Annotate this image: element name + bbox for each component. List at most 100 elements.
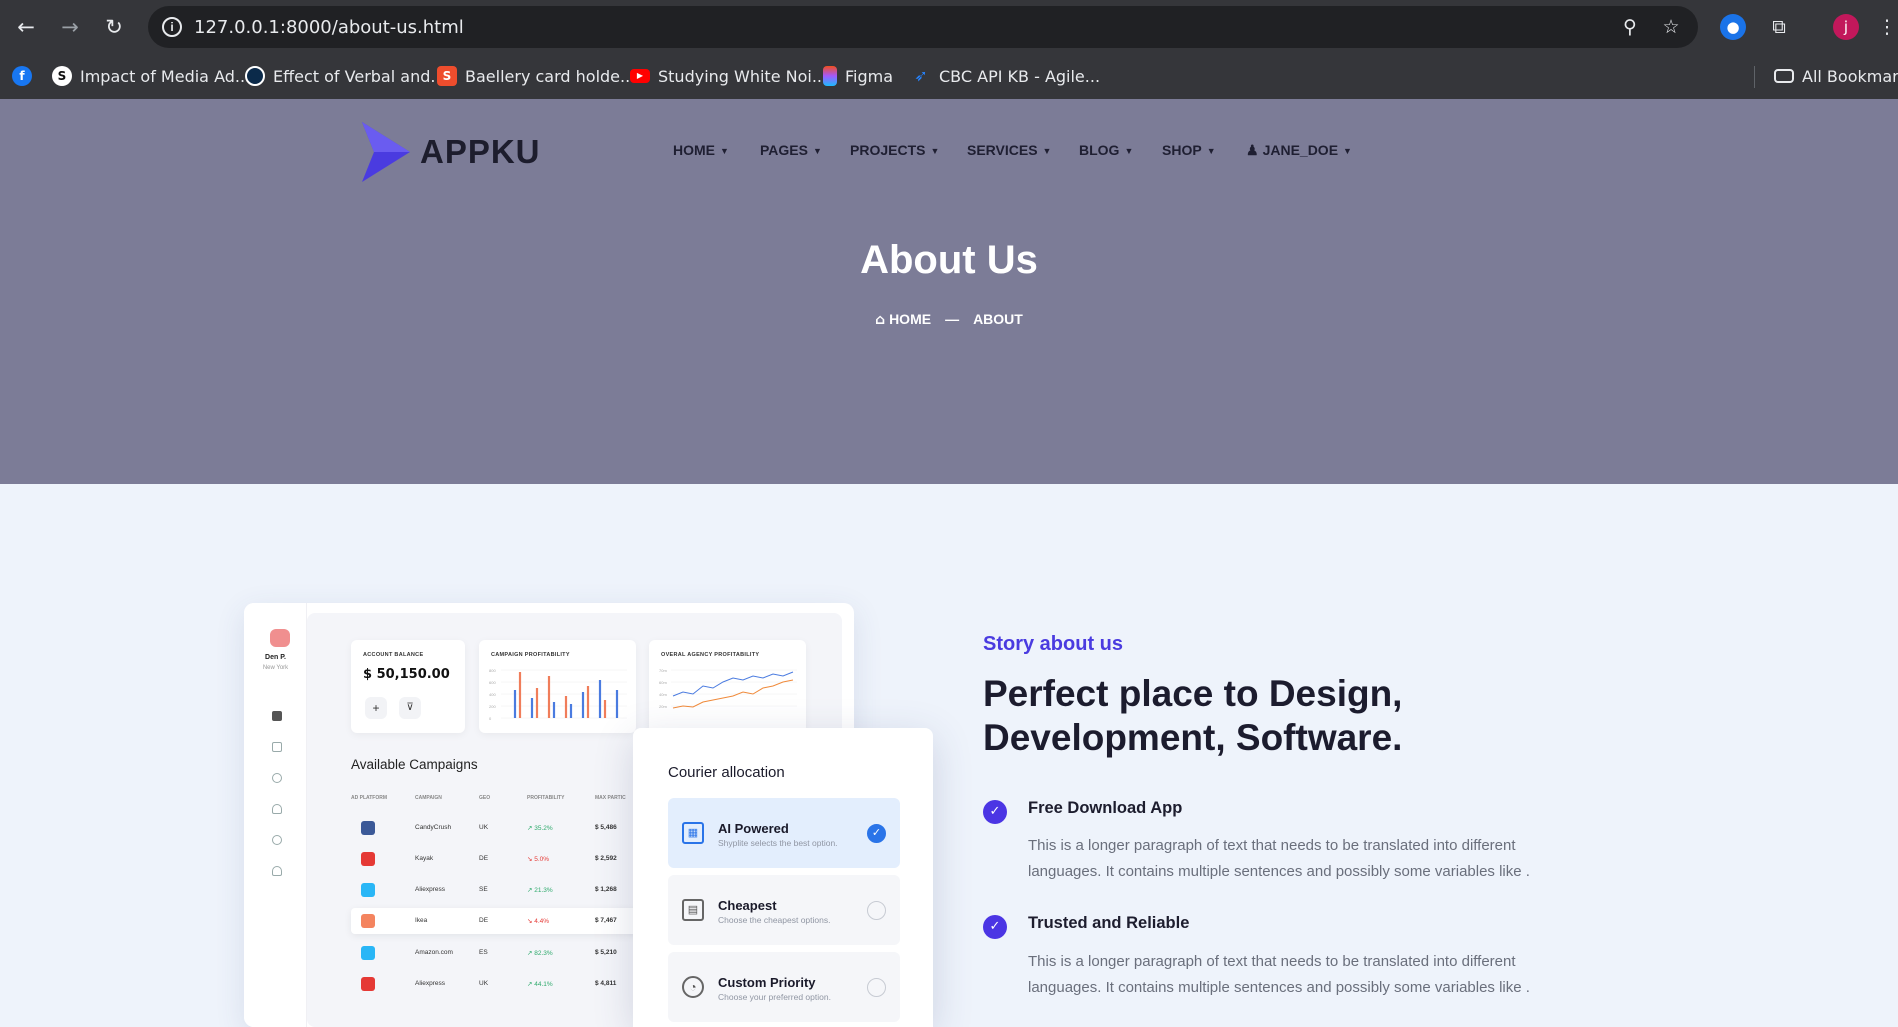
dashboard-grid-icon — [272, 711, 282, 721]
twitter-icon — [361, 946, 375, 960]
browser-menu-icon[interactable]: ⋮ — [1874, 14, 1898, 40]
svg-text:20m: 20m — [659, 704, 667, 709]
option-title: Cheapest — [718, 898, 777, 913]
jira-icon: ➶ — [914, 66, 928, 85]
table-row: CandyCrush UK ↗ 35.2% $ 5,486 — [351, 815, 641, 841]
bookmark-star-icon[interactable]: ☆ — [1659, 15, 1683, 39]
svg-text:60m: 60m — [659, 680, 667, 685]
pie-chart-icon: ◔ — [682, 976, 704, 998]
address-bar[interactable]: i 127.0.0.1:8000/about-us.html ⚲ ☆ — [148, 6, 1698, 48]
chevron-down-icon: ▼ — [1343, 146, 1352, 156]
nav-user-menu[interactable]: ♟ JANE_DOE ▼ — [1246, 142, 1352, 159]
nav-label: SHOP — [1162, 142, 1202, 158]
svg-text:70m: 70m — [659, 668, 667, 673]
breadcrumb-home-label: HOME — [889, 311, 932, 327]
zoom-icon[interactable]: ⚲ — [1618, 15, 1642, 39]
nav-services[interactable]: SERVICES ▼ — [967, 142, 1051, 158]
home-icon: ⌂ — [875, 312, 886, 328]
chevron-down-icon: ▼ — [930, 146, 940, 156]
geo-cell: DE — [479, 855, 489, 862]
geo-cell: ES — [479, 949, 488, 956]
option-subtitle: Shyplite selects the best option. — [718, 838, 838, 848]
nav-label: BLOG — [1079, 142, 1120, 158]
feature-title: Free Download App — [1028, 799, 1183, 817]
site-logo[interactable]: APPKU — [358, 122, 541, 182]
card-title: CAMPAIGN PROFITABILITY — [491, 652, 570, 658]
all-bookmarks[interactable]: All Bookmarks — [1774, 64, 1898, 88]
campaign-cell: Kayak — [415, 855, 434, 862]
profit-cell: ↗ 35.2% — [527, 825, 553, 832]
column-header: AD PLATFORM — [351, 795, 388, 801]
nav-label: SERVICES — [967, 142, 1038, 158]
bookmark-item[interactable]: S Impact of Media Ad... — [52, 64, 250, 88]
profit-value: 35.2% — [534, 825, 553, 832]
breadcrumb-home[interactable]: ⌂ HOME — [875, 311, 931, 328]
bookmarks-divider — [1754, 66, 1755, 88]
radio-unchecked-icon[interactable] — [867, 978, 886, 997]
extensions-puzzle-icon[interactable]: ⧉ — [1766, 14, 1792, 40]
bookmark-item[interactable]: Figma — [823, 64, 893, 88]
dashboard-sidebar: Den P. New York — [244, 603, 307, 1027]
clock-icon — [272, 773, 282, 783]
profit-cell: ↘ 5.0% — [527, 856, 550, 863]
logo-text: APPKU — [420, 133, 541, 170]
bookmark-label: Figma — [845, 66, 894, 86]
profit-value: 44.1% — [534, 981, 553, 988]
gear-icon — [272, 835, 282, 845]
youtube-icon — [361, 852, 375, 866]
table-row: Aliexpress SE ↗ 21.3% $ 1,268 — [351, 877, 641, 903]
option-title: AI Powered — [718, 821, 789, 836]
nav-blog[interactable]: BLOG ▼ — [1079, 142, 1133, 158]
shopping-bag-icon: S — [437, 66, 457, 86]
figma-icon — [823, 66, 837, 86]
geo-cell: SE — [479, 886, 488, 893]
bookmark-item[interactable]: Effect of Verbal and... — [245, 64, 446, 88]
campaign-bar-chart: 800 600 400 200 0 — [489, 668, 627, 721]
extension-edge-icon[interactable]: ● — [1720, 14, 1746, 40]
profit-value: 5.0% — [534, 856, 550, 863]
geo-cell: UK — [479, 980, 489, 987]
forward-arrow-icon[interactable]: → — [57, 14, 83, 40]
chevron-down-icon: ▼ — [1206, 146, 1216, 156]
option-custom-priority[interactable]: ◔ Custom Priority Choose your preferred … — [668, 952, 900, 1022]
agency-line-chart: 70m 60m 40m 20m — [659, 668, 797, 709]
back-arrow-icon[interactable]: ← — [13, 14, 39, 40]
svg-text:600: 600 — [489, 680, 496, 685]
breadcrumb-current: ABOUT — [973, 311, 1023, 327]
feature-text: This is a longer paragraph of text that … — [1028, 953, 1530, 996]
option-ai-powered[interactable]: ▦ AI Powered Shyplite selects the best o… — [668, 798, 900, 868]
breadcrumb-separator: — — [945, 311, 960, 327]
radio-unchecked-icon[interactable] — [867, 901, 886, 920]
bookmark-item[interactable]: ➶ CBC API KB - Agile... — [911, 64, 1100, 88]
chip-icon: ▦ — [682, 822, 704, 844]
max-cell: $ 2,592 — [595, 855, 617, 862]
campaign-cell: Aliexpress — [415, 886, 445, 893]
reload-icon[interactable]: ↻ — [101, 14, 127, 40]
bookmark-item[interactable]: S Baellery card holde... — [437, 64, 635, 88]
geo-cell: UK — [479, 824, 489, 831]
nav-home[interactable]: HOME ▼ — [673, 142, 729, 158]
nav-pages[interactable]: PAGES ▼ — [760, 142, 822, 158]
bookmark-item[interactable]: ▶ Studying White Noi... — [630, 64, 827, 88]
bookmark-facebook[interactable]: f — [12, 64, 32, 88]
radio-checked-icon[interactable]: ✓ — [867, 824, 886, 843]
check-circle-icon: ✓ — [983, 915, 1007, 939]
page-hero — [0, 99, 1898, 484]
column-header: CAMPAIGN — [415, 795, 442, 801]
calculator-icon: ▤ — [682, 899, 704, 921]
option-cheapest[interactable]: ▤ Cheapest Choose the cheapest options. — [668, 875, 900, 945]
site-info-icon[interactable]: i — [162, 17, 182, 37]
all-bookmarks-label: All Bookmarks — [1802, 66, 1898, 86]
folder-icon — [1774, 69, 1794, 83]
url-text[interactable]: 127.0.0.1:8000/about-us.html — [194, 17, 464, 38]
nav-projects[interactable]: PROJECTS ▼ — [850, 142, 939, 158]
profile-avatar[interactable]: j — [1833, 14, 1859, 40]
circle-logo-icon — [245, 66, 265, 86]
nav-shop[interactable]: SHOP ▼ — [1162, 142, 1216, 158]
campaign-cell: Amazon.com — [415, 949, 453, 956]
table-row: Ikea DE ↘ 4.4% $ 7,467 — [351, 908, 641, 934]
card-title: ACCOUNT BALANCE — [363, 652, 424, 658]
nav-label: HOME — [673, 142, 715, 158]
bookmark-label: Impact of Media Ad... — [80, 66, 251, 86]
table-row: Aliexpress UK ↗ 44.1% $ 4,811 — [351, 971, 641, 997]
